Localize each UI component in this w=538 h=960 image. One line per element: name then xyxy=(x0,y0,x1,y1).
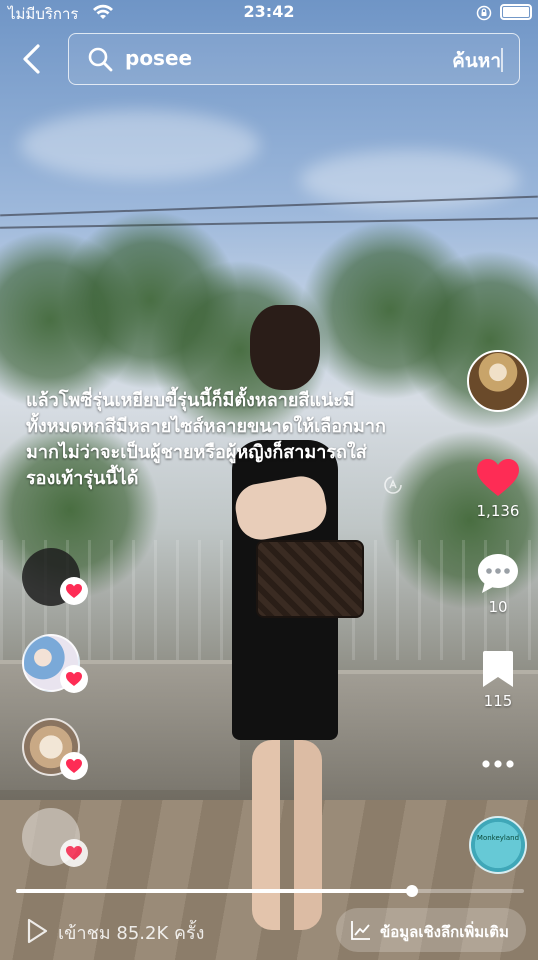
view-count: เข้าชม 85.2K ครั้ง xyxy=(58,923,205,944)
battery-icon xyxy=(500,4,532,20)
orientation-lock-icon xyxy=(476,5,492,21)
heart-icon xyxy=(66,846,82,860)
comment-button[interactable]: 10 xyxy=(469,552,527,616)
follow-heart-badge[interactable] xyxy=(60,839,88,867)
repost-icon[interactable] xyxy=(383,475,403,495)
handbag xyxy=(256,540,364,618)
creator-avatar[interactable] xyxy=(467,350,529,412)
insights-label: ข้อมูลเชิงลึกเพิ่มเติม xyxy=(380,923,509,941)
search-button[interactable]: ค้นหา xyxy=(452,46,501,76)
save-count: 115 xyxy=(483,692,513,710)
save-button[interactable]: 115 xyxy=(469,650,527,710)
like-button[interactable]: 1,136 xyxy=(469,458,527,520)
search-divider xyxy=(501,48,503,72)
heart-icon xyxy=(66,759,82,773)
follow-heart-badge[interactable] xyxy=(60,752,88,780)
heart-icon xyxy=(66,584,82,598)
follow-heart-badge[interactable] xyxy=(60,577,88,605)
comment-icon xyxy=(478,554,518,593)
heart-icon xyxy=(477,459,519,496)
insights-button[interactable]: ข้อมูลเชิงลึกเพิ่มเติม xyxy=(336,908,526,952)
video-caption[interactable]: แล้วโพซี่รุ่นเหยียบขี้รุ่นนี้ก็มีตั้งหลา… xyxy=(26,388,386,492)
video-progress-bar[interactable] xyxy=(16,885,524,897)
like-count: 1,136 xyxy=(476,502,520,520)
analytics-chart-icon xyxy=(351,921,370,940)
person-head xyxy=(250,305,320,390)
more-options-icon[interactable] xyxy=(480,758,516,770)
search-bar[interactable]: posee ค้นหา xyxy=(68,33,520,85)
video-cloud xyxy=(20,110,260,180)
status-bar: ไม่มีบริการ 23:42 xyxy=(0,0,538,26)
chevron-left-icon[interactable] xyxy=(14,40,48,78)
video-footer: เข้าชม 85.2K ครั้ง ข้อมูลเชิงลึกเพิ่มเติ… xyxy=(0,900,538,960)
follow-heart-badge[interactable] xyxy=(60,665,88,693)
video-progress-fill xyxy=(16,889,413,893)
sound-disc-label: Monkeyland xyxy=(476,834,520,842)
bookmark-icon xyxy=(483,651,513,687)
play-icon[interactable] xyxy=(26,918,48,944)
clock: 23:42 xyxy=(243,2,295,21)
search-icon xyxy=(88,47,113,72)
comment-count: 10 xyxy=(488,598,508,616)
search-input[interactable]: posee xyxy=(125,46,192,70)
heart-icon xyxy=(66,672,82,686)
sound-disc[interactable]: Monkeyland xyxy=(469,816,527,874)
